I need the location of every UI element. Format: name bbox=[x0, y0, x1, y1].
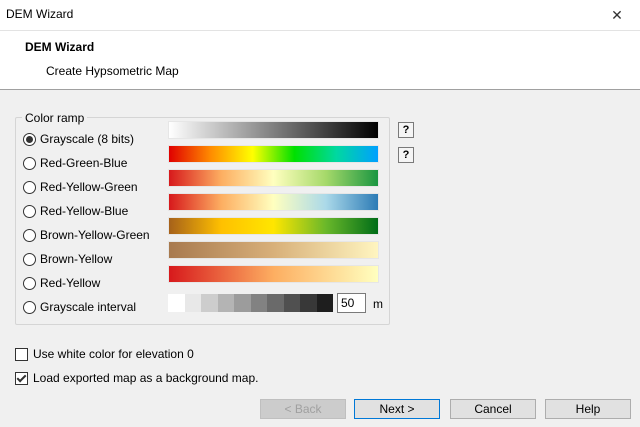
wizard-header: DEM Wizard Create Hypsometric Map bbox=[0, 31, 640, 90]
interval-swatch bbox=[234, 294, 251, 312]
radio-red-yellow-blue[interactable]: Red-Yellow-Blue bbox=[23, 202, 128, 220]
interval-swatch bbox=[217, 294, 234, 312]
interval-swatch bbox=[283, 294, 300, 312]
radio-label: Brown-Yellow-Green bbox=[40, 228, 150, 242]
radio-button[interactable] bbox=[23, 276, 36, 290]
radio-label: Grayscale (8 bits) bbox=[40, 132, 135, 146]
radio-label: Grayscale interval bbox=[40, 300, 137, 314]
interval-swatch bbox=[201, 294, 218, 312]
color-ramp-legend: Color ramp bbox=[22, 111, 88, 125]
interval-swatch bbox=[300, 294, 317, 312]
help-button[interactable]: Help bbox=[545, 399, 631, 419]
radio-button[interactable] bbox=[23, 300, 36, 314]
radio-button[interactable] bbox=[23, 156, 36, 170]
interval-input[interactable] bbox=[337, 293, 366, 313]
ramp-red-yellow-green bbox=[168, 169, 379, 187]
interval-unit: m bbox=[373, 297, 383, 311]
window-title: DEM Wizard bbox=[6, 7, 74, 21]
next-button[interactable]: Next > bbox=[354, 399, 440, 419]
radio-brown-yellow-green[interactable]: Brown-Yellow-Green bbox=[23, 226, 150, 244]
white-zero-label: Use white color for elevation 0 bbox=[33, 347, 194, 361]
interval-swatch bbox=[184, 294, 201, 312]
ramp-red-green-blue bbox=[168, 145, 379, 163]
radio-label: Brown-Yellow bbox=[40, 252, 113, 266]
interval-swatch bbox=[267, 294, 284, 312]
wizard-title: DEM Wizard bbox=[25, 40, 95, 54]
radio-brown-yellow[interactable]: Brown-Yellow bbox=[23, 250, 112, 268]
cancel-button[interactable]: Cancel bbox=[450, 399, 536, 419]
background-map-checkbox-row[interactable]: Load exported map as a background map. bbox=[15, 370, 258, 386]
background-map-label: Load exported map as a background map. bbox=[33, 371, 259, 385]
radio-grayscale-8bits[interactable]: Grayscale (8 bits) bbox=[23, 130, 134, 148]
radio-label: Red-Green-Blue bbox=[40, 156, 128, 170]
white-zero-checkbox[interactable] bbox=[15, 347, 28, 361]
background-map-checkbox[interactable] bbox=[15, 371, 28, 385]
interval-swatch bbox=[168, 294, 185, 312]
radio-button[interactable] bbox=[23, 180, 36, 194]
help-icon[interactable]: ? bbox=[398, 147, 414, 163]
radio-label: Red-Yellow-Green bbox=[40, 180, 138, 194]
close-icon[interactable]: ✕ bbox=[594, 0, 640, 30]
ramp-red-yellow-blue bbox=[168, 193, 379, 211]
ramp-brown-yellow bbox=[168, 241, 379, 259]
radio-red-green-blue[interactable]: Red-Green-Blue bbox=[23, 154, 127, 172]
title-bar: DEM Wizard ✕ bbox=[0, 0, 640, 31]
back-button[interactable]: < Back bbox=[260, 399, 346, 419]
interval-swatch bbox=[250, 294, 267, 312]
wizard-subtitle: Create Hypsometric Map bbox=[46, 64, 179, 78]
radio-button[interactable] bbox=[23, 228, 36, 242]
radio-button[interactable] bbox=[23, 132, 36, 146]
radio-button[interactable] bbox=[23, 204, 36, 218]
radio-grayscale-interval[interactable]: Grayscale interval bbox=[23, 298, 136, 316]
interval-swatch bbox=[316, 294, 333, 312]
radio-label: Red-Yellow bbox=[40, 276, 101, 290]
ramp-brown-yellow-green bbox=[168, 217, 379, 235]
radio-label: Red-Yellow-Blue bbox=[40, 204, 129, 218]
ramp-grayscale-interval bbox=[168, 294, 333, 312]
white-zero-checkbox-row[interactable]: Use white color for elevation 0 bbox=[15, 346, 194, 362]
ramp-grayscale bbox=[168, 121, 379, 139]
radio-button[interactable] bbox=[23, 252, 36, 266]
radio-red-yellow[interactable]: Red-Yellow bbox=[23, 274, 100, 292]
ramp-red-yellow bbox=[168, 265, 379, 283]
help-icon[interactable]: ? bbox=[398, 122, 414, 138]
radio-red-yellow-green[interactable]: Red-Yellow-Green bbox=[23, 178, 138, 196]
